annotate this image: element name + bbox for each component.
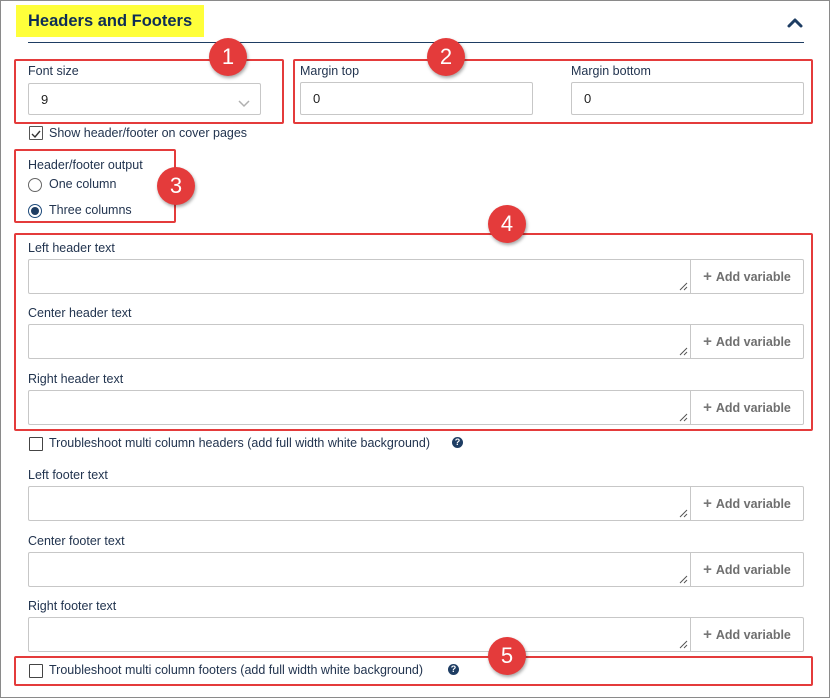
callout-badge-2: 2	[427, 38, 465, 76]
center-footer-textarea[interactable]	[28, 552, 691, 587]
center-footer-add-variable-button[interactable]: + Add variable	[691, 552, 804, 587]
right-footer-label: Right footer text	[28, 599, 117, 613]
right-footer-textarea[interactable]	[28, 617, 691, 652]
right-footer-add-variable-button[interactable]: + Add variable	[691, 617, 804, 652]
plus-icon: +	[703, 561, 712, 578]
section-title: Headers and Footers	[16, 5, 205, 37]
callout-badge-1: 1	[209, 38, 247, 76]
chevron-up-icon[interactable]	[784, 12, 806, 34]
callout-badge-4: 4	[488, 205, 526, 243]
section-divider	[28, 42, 804, 43]
callout-box-2	[293, 59, 813, 124]
callout-box-1	[14, 59, 284, 124]
callout-box-3	[14, 149, 176, 223]
troubleshoot-headers-checkbox[interactable]	[29, 437, 43, 451]
callout-badge-3: 3	[157, 167, 195, 205]
checkmark-icon	[31, 130, 41, 139]
plus-icon: +	[703, 626, 712, 643]
plus-icon: +	[703, 495, 712, 512]
troubleshoot-headers-label: Troubleshoot multi column headers (add f…	[49, 436, 430, 450]
left-footer-textarea[interactable]	[28, 486, 691, 521]
resize-grip-icon[interactable]	[678, 574, 688, 584]
left-footer-add-variable-button[interactable]: + Add variable	[691, 486, 804, 521]
callout-box-4	[14, 233, 813, 431]
callout-badge-5: 5	[488, 637, 526, 675]
resize-grip-icon[interactable]	[678, 639, 688, 649]
resize-grip-icon[interactable]	[678, 508, 688, 518]
left-footer-label: Left footer text	[28, 468, 108, 482]
center-footer-label: Center footer text	[28, 534, 125, 548]
callout-box-5	[14, 656, 813, 686]
cover-pages-checkbox[interactable]	[29, 126, 43, 140]
cover-pages-label: Show header/footer on cover pages	[49, 126, 248, 140]
question-circle-icon[interactable]: ?	[452, 437, 463, 448]
